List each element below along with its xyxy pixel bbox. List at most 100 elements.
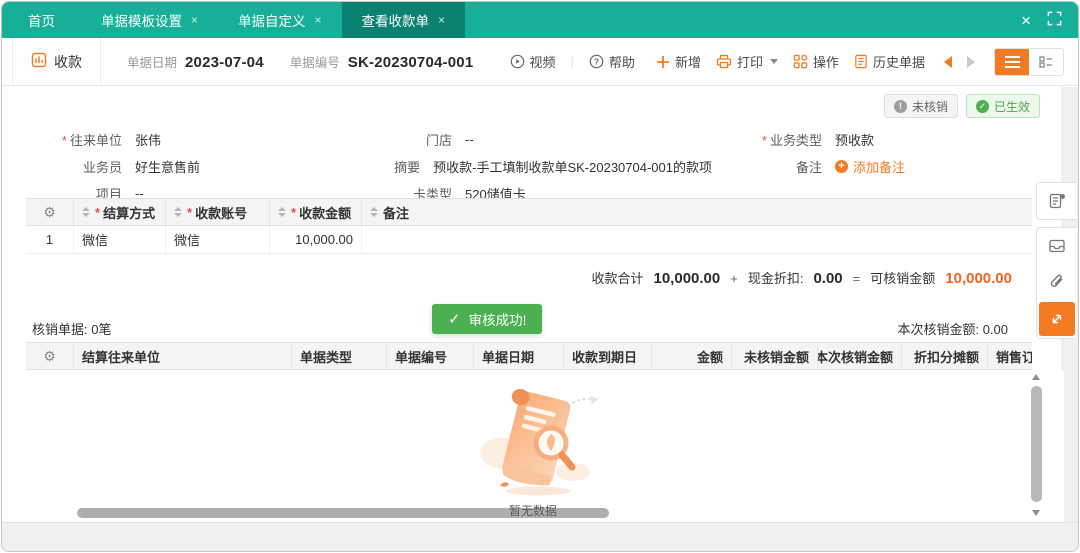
table-row[interactable]: 1 微信 微信 10,000.00 (26, 226, 1032, 254)
check-icon: ✓ (975, 99, 989, 113)
footer-bar (2, 522, 1078, 551)
empty-illustration (472, 379, 602, 512)
no-data-label: 暂无数据 (508, 504, 557, 518)
field-biztype-label: * 业务类型 (761, 133, 822, 148)
action-button[interactable]: 操作 (793, 52, 839, 71)
sort-icon[interactable] (370, 207, 378, 217)
field-remark: 备注 + 添加备注 (730, 157, 1070, 176)
cell-note (362, 226, 1032, 253)
verify-table: ⚙ 结算往来单位 单据类型 单据编号 单据日期 收款到期日 金额 未核销金额 本… (26, 342, 1032, 370)
toast-message: 审核成功! (468, 313, 527, 328)
field-partner: * 往来单位 张伟 (32, 130, 392, 149)
verify-amount: 本次核销金额: 0.00 (897, 322, 1008, 337)
sort-icon[interactable] (278, 207, 286, 217)
verify-table-header: ⚙ 结算往来单位 单据类型 单据编号 单据日期 收款到期日 金额 未核销金额 本… (26, 342, 1032, 370)
col-receipt-account[interactable]: * 收款账号 (166, 199, 270, 225)
expand-button[interactable] (1039, 302, 1075, 336)
cell-settle-method: 微信 (74, 226, 166, 253)
receipt-doc-icon (31, 52, 47, 71)
add-remark-link[interactable]: + 添加备注 (835, 157, 905, 176)
video-button[interactable]: 视频 (510, 52, 556, 71)
status-unverified-label: 未核销 (911, 99, 948, 114)
vertical-scrollbar[interactable] (1030, 372, 1043, 522)
receipt-doc-label: 收款 (54, 53, 82, 70)
scrollbar-thumb[interactable] (1031, 386, 1042, 502)
column-settings-icon[interactable]: ⚙ (26, 199, 74, 225)
tab-close-icon[interactable]: × (315, 13, 322, 27)
tab-template-settings[interactable]: 单据模板设置 × (81, 2, 218, 38)
history-button[interactable]: 历史单据 (854, 52, 925, 71)
attachment-button[interactable] (1037, 264, 1077, 300)
sort-icon[interactable] (174, 207, 182, 217)
col-receipt-amount[interactable]: * 收款金额 (270, 199, 362, 225)
next-doc-icon[interactable] (967, 55, 975, 68)
tab-label: 单据自定义 (238, 14, 306, 29)
card-view-button[interactable] (1029, 48, 1063, 75)
field-partner-value: 张伟 (135, 133, 162, 148)
total-value: 10,000.00 (653, 270, 721, 287)
available-value: 10,000.00 (945, 270, 1012, 287)
add-button[interactable]: 新增 (656, 52, 701, 71)
view-toggle (994, 47, 1064, 76)
side-tool-group (1036, 227, 1077, 339)
sort-icon[interactable] (82, 207, 90, 217)
close-icon[interactable]: × (1021, 12, 1031, 29)
equals-sign: = (852, 271, 861, 286)
column-settings-icon[interactable]: ⚙ (26, 343, 74, 369)
doc-date-value: 2023-07-04 (185, 54, 264, 71)
field-partner-label: * 往来单位 (61, 133, 122, 148)
receipt-voucher-window: 首页 单据模板设置 × 单据自定义 × 查看收款单 × × 收款 单据日期 20… (1, 1, 1079, 552)
exclamation-icon: ! (893, 99, 907, 113)
status-effective-label: 已生效 (993, 99, 1030, 114)
list-view-button[interactable] (995, 48, 1029, 75)
settlement-table: ⚙ * 结算方式 * 收款账号 * 收款金额 备注 1 微信 微信 10,000.00 (26, 198, 1032, 254)
prev-doc-icon[interactable] (944, 55, 952, 68)
col-doc-date[interactable]: 单据日期 (474, 343, 564, 369)
doc-number-label: 单据编号 (289, 56, 340, 70)
tab-home[interactable]: 首页 (2, 2, 81, 38)
note-doc-button[interactable] (1036, 182, 1077, 220)
tab-close-icon[interactable]: × (191, 13, 198, 27)
col-doc-type[interactable]: 单据类型 (292, 343, 387, 369)
col-current-verify-amount[interactable]: 本次核销金额 (818, 343, 902, 369)
discount-label: 现金折扣: (747, 271, 804, 286)
field-store-label: 门店 (425, 133, 452, 148)
status-row: ! 未核销 ✓ 已生效 (883, 94, 1040, 118)
col-doc-number[interactable]: 单据编号 (387, 343, 474, 369)
help-label: 帮助 (608, 55, 635, 70)
help-button[interactable]: ? 帮助 (589, 52, 635, 71)
col-unverified-amount[interactable]: 未核销金额 (732, 343, 818, 369)
inbox-button[interactable] (1037, 228, 1077, 264)
scroll-up-icon[interactable] (1032, 374, 1040, 380)
fullscreen-icon[interactable] (1047, 11, 1062, 29)
tab-view-receipt[interactable]: 查看收款单 × (341, 2, 466, 38)
video-label: 视频 (529, 55, 556, 70)
plus-circle-icon: + (835, 160, 848, 173)
col-sales-order[interactable]: 销售订单 (988, 343, 1032, 369)
history-label: 历史单据 (872, 55, 925, 70)
col-note[interactable]: 备注 (362, 199, 1032, 225)
col-discount-share[interactable]: 折扣分摊额 (902, 343, 988, 369)
col-settle-partner[interactable]: 结算往来单位 (74, 343, 292, 369)
status-badge-effective: ✓ 已生效 (965, 94, 1040, 118)
col-settle-method[interactable]: * 结算方式 (74, 199, 166, 225)
chevron-down-icon (769, 59, 778, 64)
tab-home-label: 首页 (28, 14, 55, 29)
col-due-date[interactable]: 收款到期日 (564, 343, 652, 369)
tab-close-icon[interactable]: × (438, 13, 445, 27)
action-label: 操作 (812, 55, 839, 70)
status-badge-unverified: ! 未核销 (883, 94, 958, 118)
print-button[interactable]: 打印 (716, 52, 778, 71)
tab-receipt-doc[interactable]: 收款 (12, 37, 101, 86)
doc-date-field: 单据日期 2023-07-04 (127, 52, 264, 71)
field-summary-value: 预收款-手工填制收款单SK-20230704-001的款项 (433, 160, 712, 175)
total-label: 收款合计 (591, 271, 644, 286)
field-store: 门店 -- (392, 130, 712, 149)
field-remark-label: 备注 (795, 160, 822, 175)
tab-doc-customize[interactable]: 单据自定义 × (218, 2, 342, 38)
toolbar-divider: | (570, 54, 574, 69)
check-icon: ✓ (448, 311, 461, 328)
tab-label: 单据模板设置 (101, 14, 182, 29)
col-amount[interactable]: 金额 (652, 343, 732, 369)
field-salesman: 业务员 好生意售前 (32, 157, 392, 176)
